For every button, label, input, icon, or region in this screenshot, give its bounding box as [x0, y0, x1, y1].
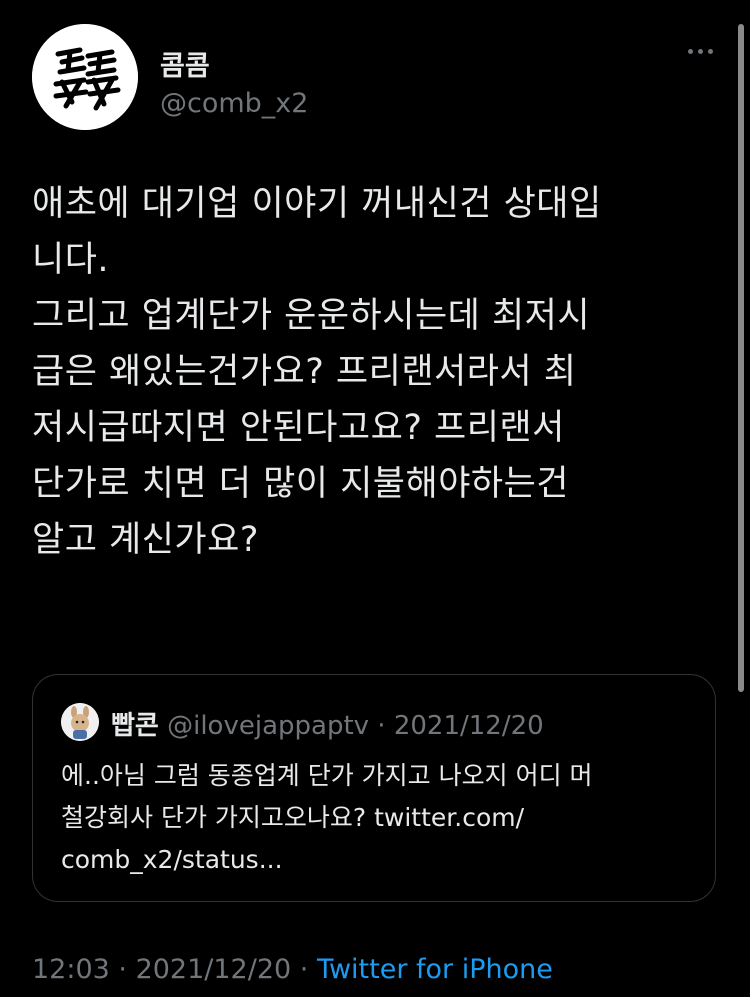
tweet-meta: 12:03 · 2021/12/20 · Twitter for iPhone	[32, 954, 553, 985]
tweet-source-link[interactable]: Twitter for iPhone	[317, 954, 553, 985]
more-horizontal-icon-dot	[707, 48, 713, 54]
quoted-date: 2021/12/20	[393, 711, 544, 741]
quoted-display-name: 빱콘	[111, 711, 159, 741]
author-display-name[interactable]: 콤콤	[160, 44, 210, 83]
author-avatar[interactable]	[32, 24, 138, 130]
tweet-text: 애초에 대기업 이야기 꺼내신건 상대입 니다. 그리고 업계단가 운운하시는데…	[32, 184, 602, 560]
quoted-tweet-text: 에..아님 그럼 동종업계 단가 가지고 나오지 어디 머 철강회사 단가 가지…	[61, 761, 593, 874]
quoted-avatar-image	[61, 703, 99, 741]
quoted-tweet-card[interactable]: 빱콘 @ilovejappaptv · 2021/12/20 에..아님 그럼 …	[32, 674, 716, 902]
quoted-handle: @ilovejappaptv	[167, 711, 370, 741]
meta-separator-2: ·	[291, 954, 317, 985]
more-horizontal-icon	[687, 48, 693, 54]
tweet-date: 2021/12/20	[135, 954, 292, 985]
quoted-author-avatar	[61, 703, 99, 741]
tweet-time: 12:03	[32, 954, 110, 985]
tweet-header: 콤콤 @comb_x2	[32, 24, 722, 130]
more-horizontal-icon-dot	[697, 48, 703, 54]
author-handle[interactable]: @comb_x2	[160, 88, 308, 119]
quoted-tweet-header: 빱콘 @ilovejappaptv · 2021/12/20	[111, 705, 544, 742]
scrollbar[interactable]	[738, 24, 744, 692]
meta-separator: ·	[109, 954, 136, 985]
avatar-logo-image	[32, 24, 138, 130]
more-options-button[interactable]	[680, 36, 720, 66]
quoted-separator: ·	[377, 711, 386, 741]
